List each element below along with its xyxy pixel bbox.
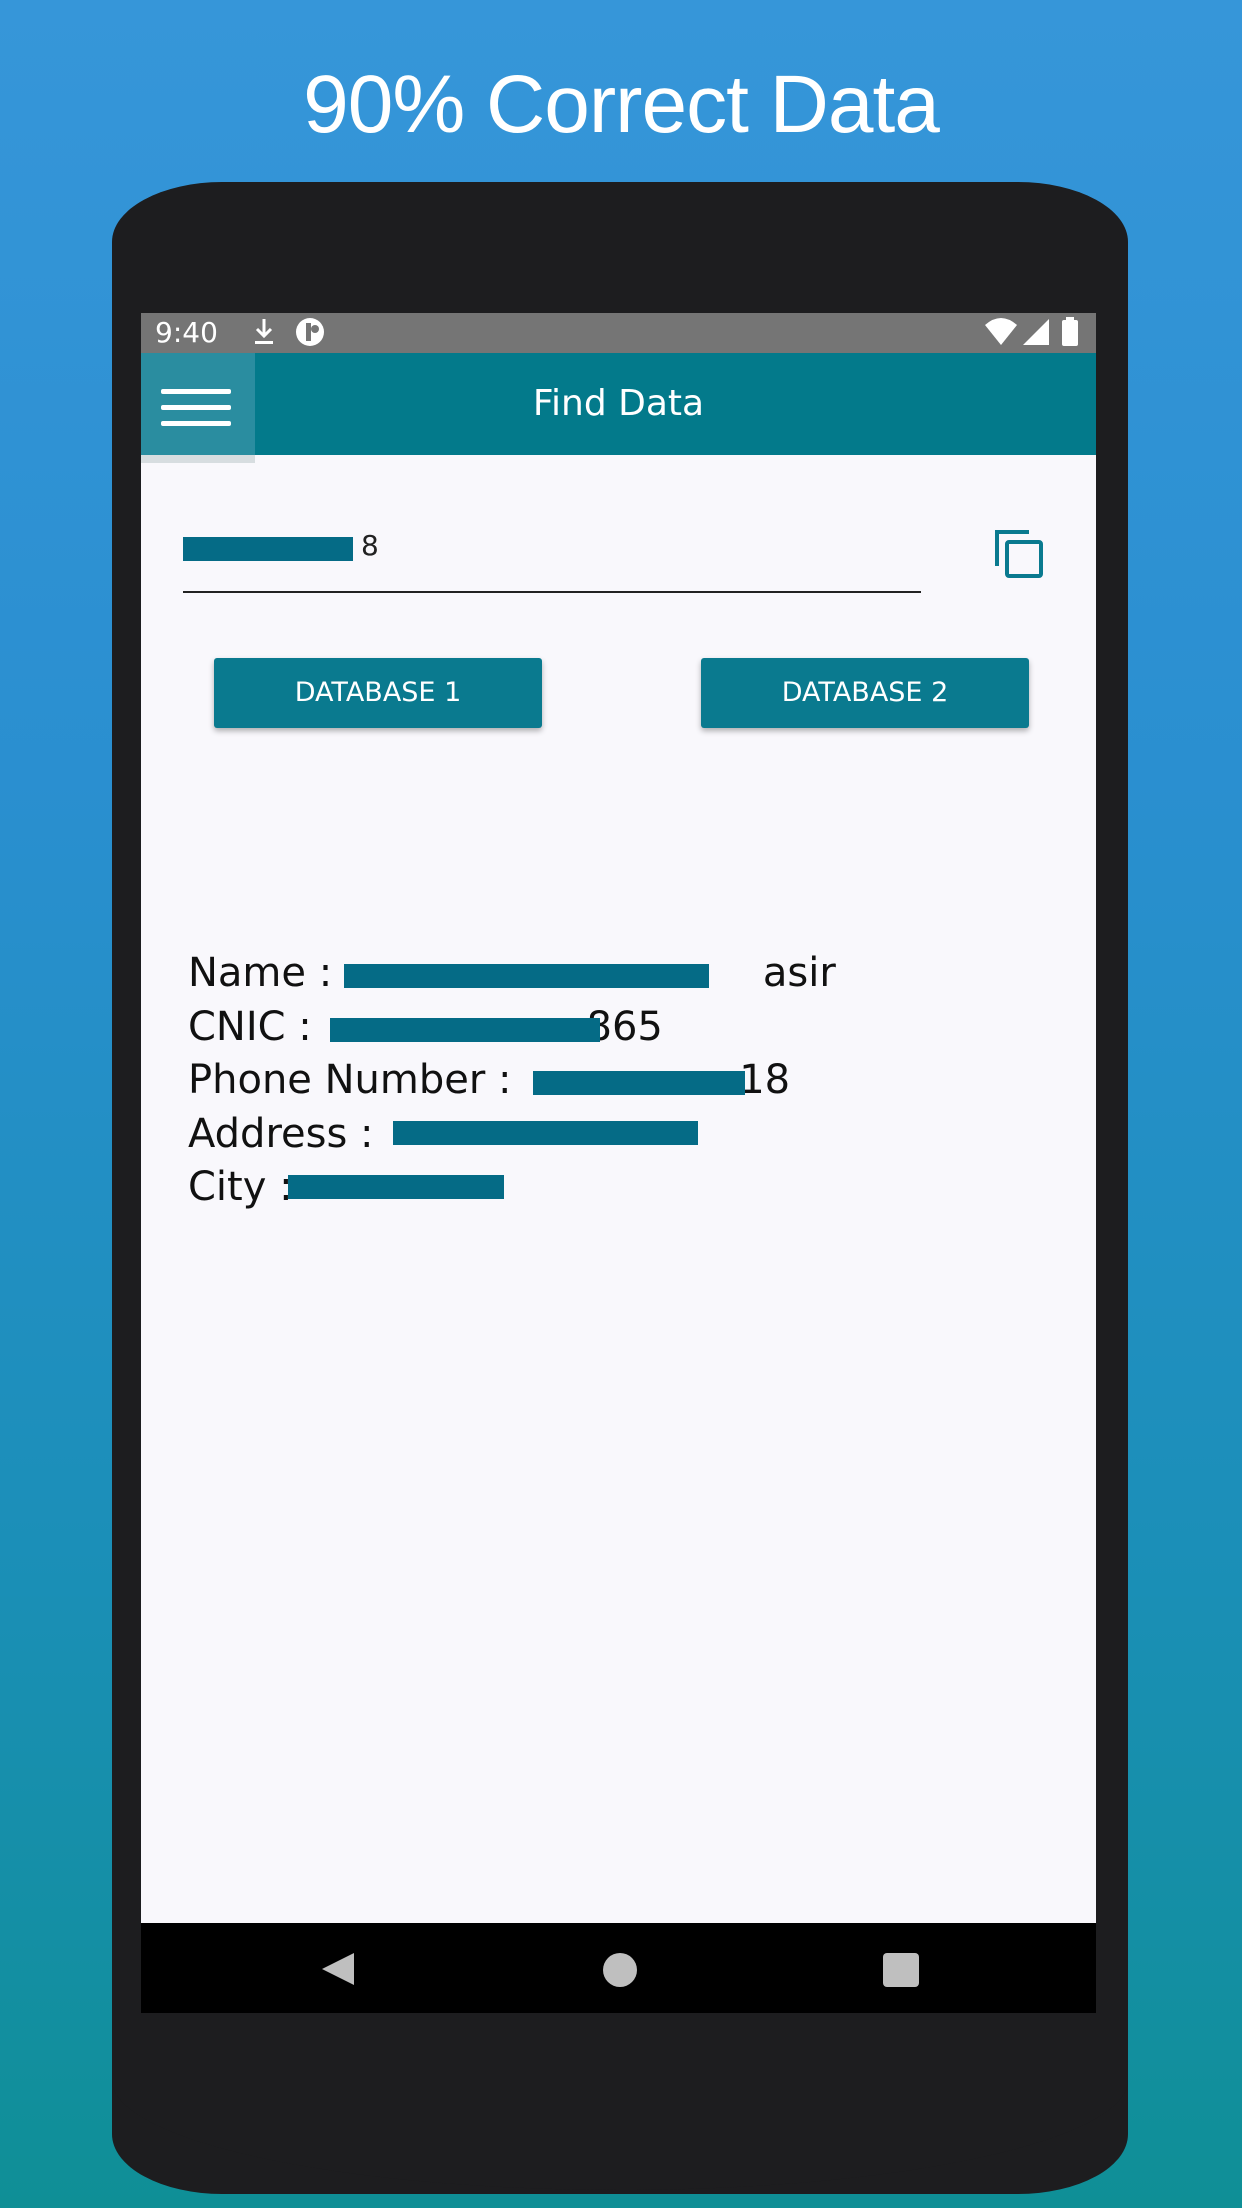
name-value-tail: asir xyxy=(762,950,836,996)
address-label: Address : xyxy=(188,1111,374,1157)
cnic-label: CNIC : xyxy=(188,1004,312,1050)
result-city-row: City : xyxy=(188,1164,293,1210)
redaction-block xyxy=(344,964,709,988)
search-input[interactable]: 8 xyxy=(183,513,921,593)
database-1-button[interactable]: DATABASE 1 xyxy=(214,658,542,728)
download-icon xyxy=(255,319,273,344)
system-nav-bar xyxy=(141,1923,1096,2013)
name-label: Name : xyxy=(188,950,333,996)
page-title: Find Data xyxy=(532,383,705,424)
redaction-block xyxy=(183,537,353,561)
signal-icon xyxy=(1023,319,1049,345)
copy-icon[interactable] xyxy=(993,528,1045,580)
app-bar: Find Data xyxy=(141,353,1096,455)
status-bar: 9:40 xyxy=(141,313,1096,353)
promo-headline: 90% Correct Data xyxy=(303,59,940,150)
redaction-block xyxy=(533,1071,745,1095)
redaction-block xyxy=(330,1018,600,1042)
phone-label: Phone Number : xyxy=(188,1057,512,1103)
recents-icon[interactable] xyxy=(883,1953,919,1987)
redaction-block xyxy=(288,1175,504,1199)
result-address-row: Address : xyxy=(188,1111,374,1157)
city-label: City : xyxy=(188,1164,293,1210)
database-2-button[interactable]: DATABASE 2 xyxy=(701,658,1029,728)
battery-icon xyxy=(1062,317,1078,346)
status-time: 9:40 xyxy=(155,316,218,349)
search-input-value: 8 xyxy=(361,529,379,562)
back-icon[interactable] xyxy=(322,1953,354,1985)
phone-value-tail: 18 xyxy=(739,1057,791,1103)
home-icon[interactable] xyxy=(603,1953,637,1987)
app-notification-icon xyxy=(296,318,324,346)
redaction-block xyxy=(393,1121,698,1145)
wifi-icon xyxy=(985,318,1017,345)
phone-screen: 9:40 Find Data 8 DATABASE 1 DATABASE 2 N… xyxy=(141,313,1096,2013)
